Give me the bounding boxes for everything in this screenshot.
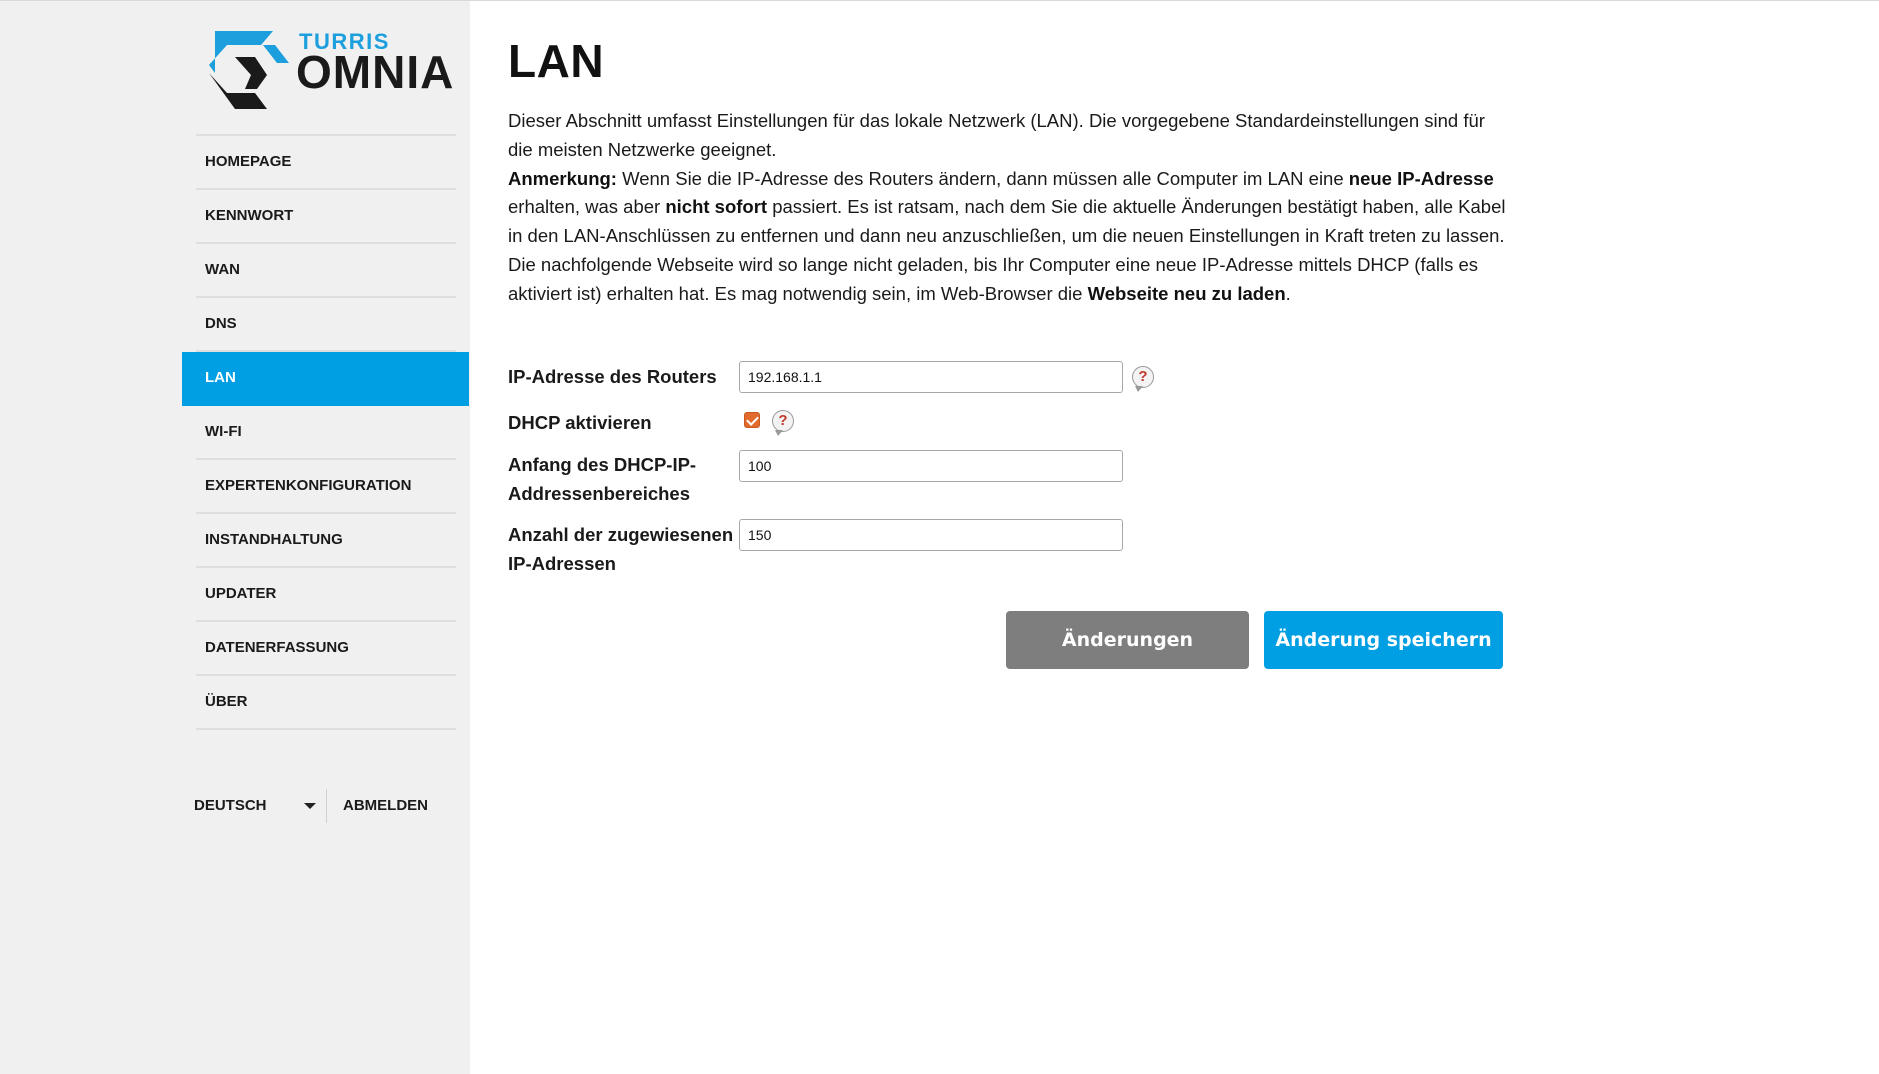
sidebar-nav: HOMEPAGE KENNWORT WAN DNS LAN WI-FI EXPE… bbox=[182, 134, 469, 730]
sidebar: TURRIS OMNIA HOMEPAGE KENNWORT WAN DNS L… bbox=[0, 1, 470, 1074]
sidebar-item-dns[interactable]: DNS bbox=[196, 298, 456, 352]
help-icon[interactable]: ? bbox=[772, 410, 794, 436]
chevron-down-icon[interactable] bbox=[304, 803, 316, 809]
dhcp-start-label-line2: Addressenbereiches bbox=[508, 483, 691, 504]
router-ip-label: IP-Adresse des Routers bbox=[508, 366, 717, 387]
sidebar-item-ueber[interactable]: ÜBER bbox=[196, 676, 456, 730]
sidebar-item-expertenkonfiguration[interactable]: EXPERTENKONFIGURATION bbox=[196, 460, 456, 514]
dhcp-start-input[interactable] bbox=[739, 450, 1123, 482]
omnia-logo-icon bbox=[209, 31, 289, 109]
sidebar-item-homepage[interactable]: HOMEPAGE bbox=[196, 136, 456, 190]
note-emphasis-new-ip: neue IP-Adresse bbox=[1348, 167, 1494, 189]
note-paragraph: Anmerkung: Wenn Sie die IP-Adresse des R… bbox=[508, 165, 1508, 309]
page-title: LAN bbox=[508, 35, 605, 87]
note-text-c: erhalten, was aber bbox=[508, 196, 666, 218]
note-text-a: Wenn Sie die IP-Adresse des Routers ände… bbox=[616, 167, 1349, 189]
logout-link[interactable]: ABMELDEN bbox=[343, 789, 428, 823]
dhcp-count-input[interactable] bbox=[739, 519, 1123, 551]
divider bbox=[326, 789, 327, 823]
intro-paragraph: Dieser Abschnitt umfasst Einstellungen f… bbox=[508, 110, 1485, 160]
note-label: Anmerkung: bbox=[508, 167, 617, 189]
dhcp-count-label-line1: Anzahl der zugewiesenen bbox=[508, 524, 734, 545]
router-ip-input[interactable] bbox=[739, 361, 1123, 393]
note-emphasis-not-immediately: nicht sofort bbox=[665, 196, 768, 218]
help-icon[interactable]: ? bbox=[1132, 366, 1154, 392]
sidebar-item-kennwort[interactable]: KENNWORT bbox=[196, 190, 456, 244]
turris-omnia-logo[interactable]: TURRIS OMNIA bbox=[205, 29, 465, 119]
sidebar-item-lan[interactable]: LAN bbox=[182, 352, 469, 406]
sidebar-item-instandhaltung[interactable]: INSTANDHALTUNG bbox=[196, 514, 456, 568]
sidebar-item-datenerfassung[interactable]: DATENERFASSUNG bbox=[196, 622, 456, 676]
note-emphasis-reload: Webseite neu zu laden bbox=[1087, 282, 1286, 304]
dhcp-count-label-line2: IP-Adressen bbox=[508, 553, 616, 574]
dhcp-start-label: Anfang des DHCP-IP- Addressenbereiches bbox=[508, 450, 696, 508]
discard-changes-button[interactable]: Änderungen verwerfen bbox=[1006, 611, 1249, 709]
intro-text: Dieser Abschnitt umfasst Einstellungen f… bbox=[508, 107, 1508, 309]
dhcp-count-label: Anzahl der zugewiesenen IP-Adressen bbox=[508, 520, 733, 578]
sidebar-item-updater[interactable]: UPDATER bbox=[196, 568, 456, 622]
save-changes-button[interactable]: Änderung speichern bbox=[1264, 611, 1503, 669]
dhcp-enable-label: DHCP aktivieren bbox=[508, 412, 652, 433]
language-select[interactable]: DEUTSCH bbox=[194, 789, 267, 823]
dhcp-start-label-line1: Anfang des DHCP-IP- bbox=[508, 454, 697, 475]
sidebar-item-wan[interactable]: WAN bbox=[196, 244, 456, 298]
note-text-g: . bbox=[1285, 282, 1291, 304]
brand-line2: OMNIA bbox=[296, 46, 455, 98]
sidebar-item-wifi[interactable]: WI-FI bbox=[196, 406, 456, 460]
dhcp-enable-checkbox[interactable] bbox=[744, 412, 760, 428]
language-logout-row: DEUTSCH ABMELDEN bbox=[194, 789, 454, 823]
